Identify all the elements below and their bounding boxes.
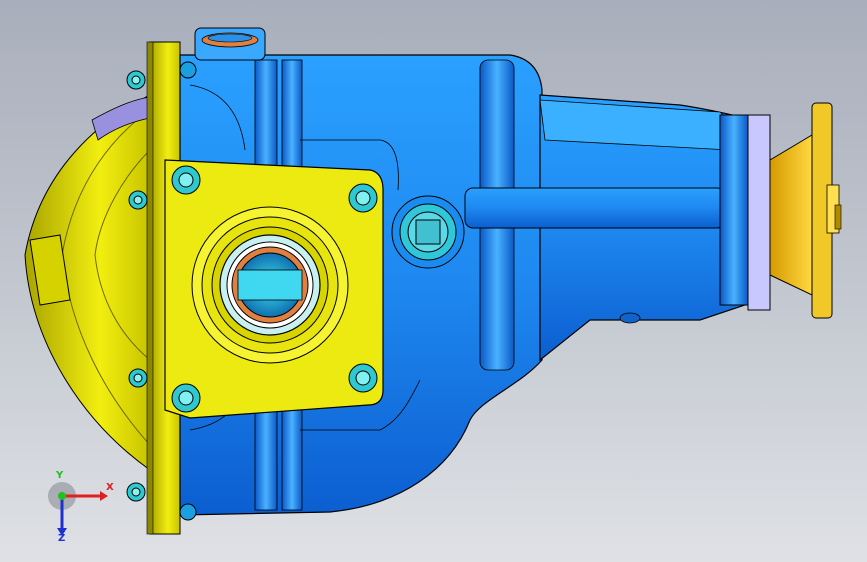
bolt[interactable] [126, 70, 146, 90]
bolt[interactable] [128, 190, 148, 210]
cad-model-differential[interactable] [0, 0, 867, 562]
bolt[interactable] [126, 482, 146, 502]
bolt[interactable] [348, 183, 378, 213]
z-axis-label: Z [58, 533, 66, 544]
x-axis-label: X [106, 482, 114, 493]
y-axis-point [58, 492, 66, 500]
vent-plug[interactable] [391, 195, 465, 269]
graphics-viewport[interactable]: X Y Z [0, 0, 867, 562]
bolt[interactable] [179, 503, 197, 521]
bolt[interactable] [171, 165, 201, 195]
bolt[interactable] [171, 383, 201, 413]
axis-triad: X Y Z [40, 470, 120, 548]
bolt[interactable] [348, 363, 378, 393]
y-axis-label: Y [56, 470, 64, 481]
output-flange[interactable] [769, 102, 842, 319]
rear-cover[interactable] [24, 94, 151, 471]
bolt[interactable] [179, 61, 197, 79]
bolt[interactable] [128, 368, 148, 388]
